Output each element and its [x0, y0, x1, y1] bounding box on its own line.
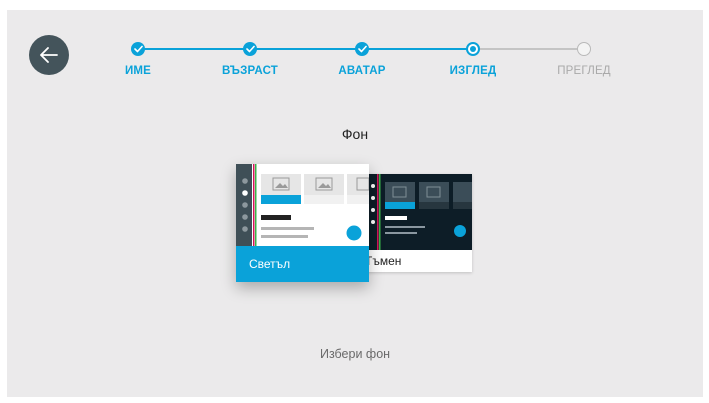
step-connector — [250, 48, 362, 50]
step-connector — [473, 48, 584, 50]
step-dot-name[interactable] — [131, 42, 145, 56]
step-label-appearance: ИЗГЛЕД — [449, 65, 497, 77]
step-label-avatar: АВАТАР — [338, 65, 386, 77]
dark-theme-preview — [362, 174, 472, 250]
section-title: Фон — [341, 126, 369, 142]
step-connector — [362, 48, 473, 50]
progress-stepper: ИМЕ ВЪЗРАСТ АВАТАР ИЗГЛЕД ПРЕГЛЕД — [7, 10, 703, 90]
step-label-review: ПРЕГЛЕД — [557, 65, 611, 77]
step-dot-appearance[interactable] — [466, 42, 480, 56]
check-icon — [133, 45, 143, 53]
theme-card-light[interactable]: Светъл — [236, 164, 369, 282]
step-label-name: ИМЕ — [124, 65, 152, 77]
onboarding-screen: ИМЕ ВЪЗРАСТ АВАТАР ИЗГЛЕД ПРЕГЛЕД Фон Тъ… — [7, 10, 703, 397]
theme-card-footer: Тъмен — [362, 250, 472, 272]
step-connector — [138, 48, 250, 50]
step-dot-age[interactable] — [243, 42, 257, 56]
check-icon — [245, 45, 255, 53]
check-icon — [357, 45, 367, 53]
step-label-age: ВЪЗРАСТ — [221, 65, 279, 77]
step-dot-review[interactable] — [577, 42, 591, 56]
step-dot-avatar[interactable] — [355, 42, 369, 56]
hint-text: Избери фон — [319, 347, 391, 361]
theme-label-light: Светъл — [249, 257, 291, 271]
theme-card-dark[interactable]: Тъмен — [362, 174, 472, 272]
light-theme-preview — [236, 164, 369, 246]
theme-card-footer: Светъл — [236, 246, 369, 282]
